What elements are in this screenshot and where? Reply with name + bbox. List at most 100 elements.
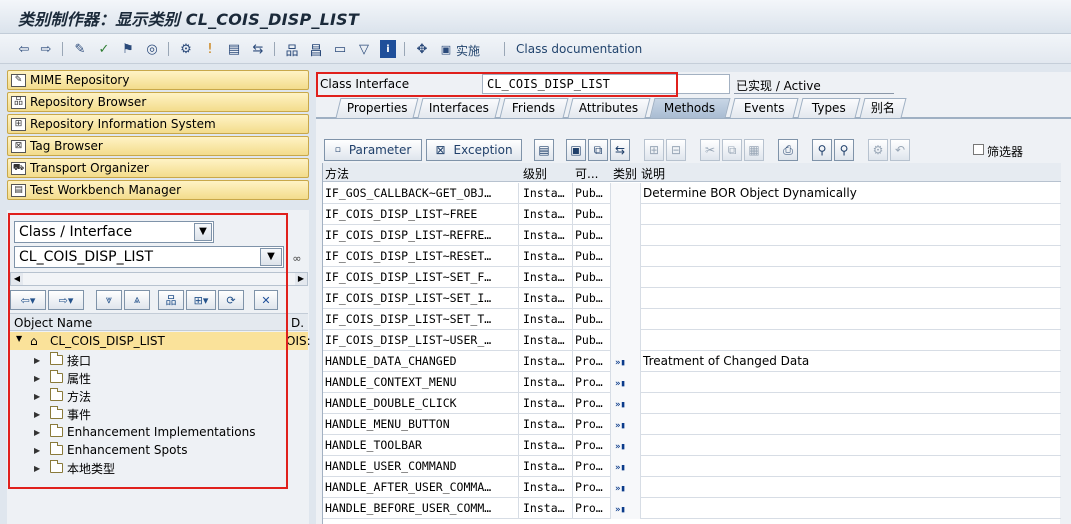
visibility-cell[interactable]: Pub… — [573, 267, 611, 288]
close-icon[interactable]: ✕ — [254, 290, 278, 310]
visibility-cell[interactable]: Pub… — [573, 225, 611, 246]
nav-mime-repository[interactable]: ✎ MIME Repository — [7, 70, 309, 90]
list-icon[interactable]: ▭ — [332, 40, 348, 58]
tree-collapsed-icon[interactable]: ▶ — [34, 464, 44, 473]
nav-transport-organizer[interactable]: ⛟ Transport Organizer — [7, 158, 309, 178]
method-cell[interactable]: IF_GOS_CALLBACK~GET_OBJ… — [323, 183, 519, 204]
tree-collapsed-icon[interactable]: ▶ — [34, 446, 44, 455]
description-cell[interactable] — [641, 498, 1059, 519]
level-cell[interactable]: Insta… — [521, 330, 573, 351]
level-cell[interactable]: Insta… — [521, 477, 573, 498]
table-row[interactable]: HANDLE_AFTER_USER_COMMA… Insta… Pro… »▮ — [323, 477, 1061, 498]
parameter-button[interactable]: ▫ Parameter — [324, 139, 422, 161]
visibility-cell[interactable]: Pro… — [573, 393, 611, 414]
tab-aliases[interactable]: 别名 — [859, 98, 907, 118]
tree-root-node[interactable]: ▼ ⌂ CL_COIS_DISP_LIST OIS: — [10, 332, 311, 350]
visibility-cell[interactable]: Pub… — [573, 246, 611, 267]
table-row[interactable]: IF_COIS_DISP_LIST~SET_I… Insta… Pub… — [323, 288, 1061, 309]
level-cell[interactable]: Insta… — [521, 393, 573, 414]
level-cell[interactable]: Insta… — [521, 414, 573, 435]
description-cell[interactable] — [641, 477, 1059, 498]
table-row[interactable]: IF_GOS_CALLBACK~GET_OBJ… Insta… Pub… Determ… — [323, 183, 1061, 204]
tab-properties[interactable]: Properties — [335, 98, 419, 118]
forward-icon[interactable]: ⇨ — [38, 40, 54, 58]
method-cell[interactable]: HANDLE_USER_COMMAND — [323, 456, 519, 477]
method-cell[interactable]: IF_COIS_DISP_LIST~FREE — [323, 204, 519, 225]
description-cell[interactable] — [641, 309, 1059, 330]
forward-icon[interactable]: ⇨▾ — [48, 290, 84, 310]
tree-node-attributes[interactable]: ▶ 属性 — [34, 369, 91, 387]
method-cell[interactable]: IF_COIS_DISP_LIST~SET_I… — [323, 288, 519, 309]
level-cell[interactable]: Insta… — [521, 204, 573, 225]
tree-collapsed-icon[interactable]: ▶ — [34, 428, 44, 437]
table-row[interactable]: HANDLE_BEFORE_USER_COMM… Insta… Pro… »▮ — [323, 498, 1061, 519]
expand-icon[interactable]: ⩔ — [96, 290, 122, 310]
exception-button[interactable]: ⊠ Exception — [426, 139, 522, 161]
method-cell[interactable]: HANDLE_CONTEXT_MENU — [323, 372, 519, 393]
method-cell[interactable]: IF_COIS_DISP_LIST~REFRE… — [323, 225, 519, 246]
object-name-input[interactable]: CL_COIS_DISP_LIST ▼ — [14, 246, 284, 268]
filter-icon[interactable]: ▽ — [356, 40, 372, 58]
find-next-icon[interactable]: ⚲ — [834, 139, 854, 161]
tree-collapsed-icon[interactable]: ▶ — [34, 356, 44, 365]
copy-row-icon[interactable]: ⧉ — [722, 139, 742, 161]
enhance-icon[interactable]: ▣ — [438, 40, 454, 58]
tree-collapsed-icon[interactable]: ▶ — [34, 392, 44, 401]
visibility-cell[interactable]: Pub… — [573, 288, 611, 309]
table-row[interactable]: IF_COIS_DISP_LIST~FREE Insta… Pub… — [323, 204, 1061, 225]
description-cell[interactable] — [641, 435, 1059, 456]
method-cell[interactable]: HANDLE_DOUBLE_CLICK — [323, 393, 519, 414]
info-icon[interactable]: i — [380, 40, 396, 58]
method-cell[interactable]: HANDLE_BEFORE_USER_COMM… — [323, 498, 519, 519]
visibility-cell[interactable]: Pro… — [573, 456, 611, 477]
tree-expanded-icon[interactable]: ▼ — [16, 334, 22, 343]
tree-collapsed-icon[interactable]: ▶ — [34, 374, 44, 383]
level-cell[interactable]: Insta… — [521, 456, 573, 477]
nav-tag-browser[interactable]: ⊠ Tag Browser — [7, 136, 309, 156]
other-object-icon[interactable]: ✥ — [414, 40, 430, 58]
table-row[interactable]: HANDLE_CONTEXT_MENU Insta… Pro… »▮ — [323, 372, 1061, 393]
nav-test-workbench-manager[interactable]: ▤ Test Workbench Manager — [7, 180, 309, 200]
implement-button[interactable]: 实施 — [456, 42, 480, 59]
description-cell[interactable] — [641, 288, 1059, 309]
visibility-cell[interactable]: Pub… — [573, 204, 611, 225]
tab-interfaces[interactable]: Interfaces — [417, 98, 501, 118]
table-row[interactable]: IF_COIS_DISP_LIST~REFRE… Insta… Pub… — [323, 225, 1061, 246]
undo-redefine-icon[interactable]: ↶ — [890, 139, 910, 161]
glasses-icon[interactable]: ∞ — [288, 249, 306, 267]
redefine-icon[interactable]: ⚙ — [868, 139, 888, 161]
description-cell[interactable] — [641, 246, 1059, 267]
level-cell[interactable]: Insta… — [521, 183, 573, 204]
level-cell[interactable]: Insta… — [521, 267, 573, 288]
class-name-field[interactable]: CL_COIS_DISP_LIST — [482, 74, 730, 94]
refresh-icon[interactable]: ⟳ — [218, 290, 244, 310]
visibility-cell[interactable]: Pub… — [573, 309, 611, 330]
edit-icon[interactable]: ✎ — [72, 40, 88, 58]
description-cell[interactable] — [641, 267, 1059, 288]
detail-view-icon[interactable]: ▣ — [566, 139, 586, 161]
method-cell[interactable]: IF_COIS_DISP_LIST~RESET… — [323, 246, 519, 267]
test-icon[interactable]: ⚙ — [178, 40, 194, 58]
check-icon[interactable]: ✓ — [96, 40, 112, 58]
description-cell[interactable] — [641, 456, 1059, 477]
filter-checkbox[interactable] — [973, 144, 984, 155]
scroll-left-icon[interactable]: ◀ — [11, 273, 23, 285]
table-row[interactable]: IF_COIS_DISP_LIST~SET_F… Insta… Pub… — [323, 267, 1061, 288]
cut-icon[interactable]: ✂ — [700, 139, 720, 161]
description-cell[interactable] — [641, 393, 1059, 414]
where-used-icon[interactable]: ◎ — [144, 40, 160, 58]
back-icon[interactable]: ⇦ — [16, 40, 32, 58]
method-cell[interactable]: HANDLE_MENU_BUTTON — [323, 414, 519, 435]
table-row[interactable]: HANDLE_MENU_BUTTON Insta… Pro… »▮ — [323, 414, 1061, 435]
display-options-icon[interactable]: ⊞▾ — [186, 290, 216, 310]
level-cell[interactable]: Insta… — [521, 372, 573, 393]
table-row[interactable]: HANDLE_TOOLBAR Insta… Pro… »▮ — [323, 435, 1061, 456]
back-icon[interactable]: ⇦▾ — [10, 290, 46, 310]
table-row[interactable]: HANDLE_DOUBLE_CLICK Insta… Pro… »▮ — [323, 393, 1061, 414]
description-cell[interactable]: Determine BOR Object Dynamically — [641, 183, 1059, 204]
nav-repository-browser[interactable]: 品 Repository Browser — [7, 92, 309, 112]
tree-node-enhancement-implementations[interactable]: ▶ Enhancement Implementations — [34, 423, 255, 441]
method-cell[interactable]: HANDLE_DATA_CHANGED — [323, 351, 519, 372]
tree-collapsed-icon[interactable]: ▶ — [34, 410, 44, 419]
navigate-icon[interactable]: 品 — [284, 40, 300, 59]
